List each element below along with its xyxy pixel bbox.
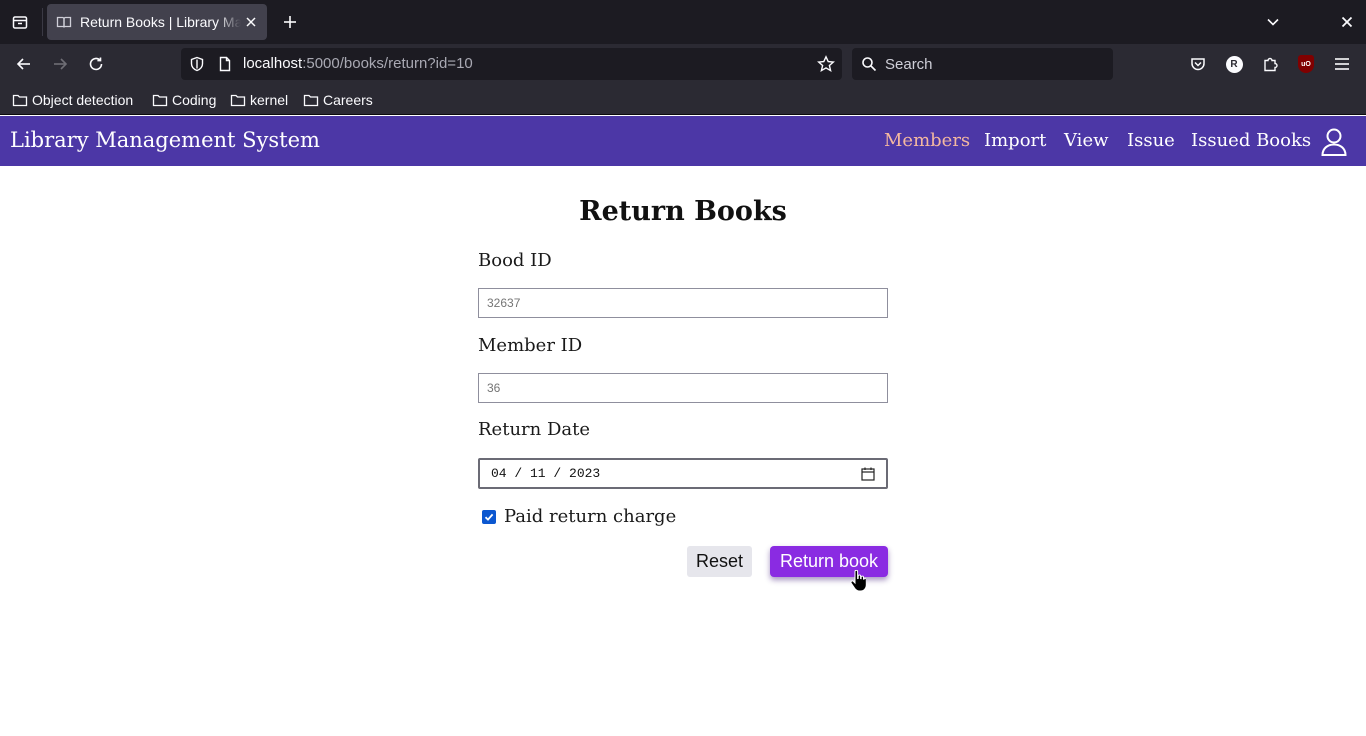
ublock-badge: uO <box>1298 55 1314 73</box>
hand-cursor-icon <box>850 570 866 592</box>
checkmark-icon <box>484 513 494 521</box>
nav-view[interactable]: View <box>1064 130 1109 151</box>
tracking-shield-icon[interactable] <box>189 56 205 72</box>
folder-icon <box>230 94 246 107</box>
list-all-tabs-chevron-icon[interactable] <box>1262 11 1284 33</box>
bookmark-label: Coding <box>172 92 217 108</box>
extensions-puzzle-icon[interactable] <box>1260 54 1280 74</box>
profile-initial: R <box>1225 55 1243 73</box>
reset-button[interactable]: Reset <box>687 546 752 577</box>
return-date-value: 04 / 11 / 2023 <box>491 466 601 481</box>
nav-import[interactable]: Import <box>984 130 1046 151</box>
book-id-label: Bood ID <box>478 250 552 271</box>
pocket-icon[interactable] <box>1188 54 1208 74</box>
nav-members[interactable]: Members <box>884 130 970 151</box>
browser-nav-bar: localhost:5000/books/return?id=10 Search… <box>0 44 1366 84</box>
window-close-icon[interactable] <box>1336 11 1358 33</box>
app-navbar: Library Management System Members Import… <box>0 116 1366 166</box>
app-brand[interactable]: Library Management System <box>10 128 320 152</box>
user-account-icon[interactable] <box>1321 128 1347 156</box>
return-book-button[interactable]: Return book <box>770 546 888 577</box>
paid-charge-label[interactable]: Paid return charge <box>504 506 676 527</box>
new-tab-plus-icon[interactable] <box>279 11 301 33</box>
member-id-input[interactable]: 36 <box>478 373 888 403</box>
bookmark-careers[interactable]: Careers <box>303 90 373 110</box>
hamburger-menu-icon[interactable] <box>1332 54 1352 74</box>
bookmark-label: kernel <box>250 92 289 108</box>
return-date-label: Return Date <box>478 419 590 440</box>
paid-charge-checkbox[interactable] <box>482 510 496 524</box>
folder-icon <box>303 94 319 107</box>
search-icon <box>862 57 877 72</box>
forward-arrow-icon[interactable] <box>48 52 72 76</box>
address-bar[interactable]: localhost:5000/books/return?id=10 <box>181 48 842 80</box>
bookmark-label: Object detection <box>32 92 134 108</box>
tab-close-icon[interactable] <box>241 12 261 32</box>
bookmark-object-detection[interactable]: Object detection <box>12 90 133 110</box>
bookmark-kernel[interactable]: kernel <box>230 90 288 110</box>
bookmarks-toolbar: Object detection Coding kernel Careers <box>0 84 1366 115</box>
search-placeholder: Search <box>885 55 933 73</box>
firefox-view-icon[interactable] <box>8 11 32 33</box>
tab-title: Return Books | Library Ma <box>80 14 241 30</box>
search-bar[interactable]: Search <box>852 48 1113 80</box>
page-favicon-icon <box>56 16 72 28</box>
reload-icon[interactable] <box>84 52 108 76</box>
back-arrow-icon[interactable] <box>12 52 36 76</box>
nav-issue[interactable]: Issue <box>1127 130 1175 151</box>
book-id-input[interactable]: 32637 <box>478 288 888 318</box>
nav-issued-books[interactable]: Issued Books <box>1191 130 1311 151</box>
folder-icon <box>12 94 28 107</box>
member-id-placeholder: 36 <box>487 381 501 395</box>
page-info-icon[interactable] <box>217 56 233 72</box>
return-date-input[interactable]: 04 / 11 / 2023 <box>478 458 888 489</box>
book-id-placeholder: 32637 <box>487 296 521 310</box>
url-host: localhost <box>243 55 303 72</box>
bookmark-label: Careers <box>323 92 373 108</box>
url-text: localhost:5000/books/return?id=10 <box>243 55 473 72</box>
bookmark-coding[interactable]: Coding <box>152 90 216 110</box>
folder-icon <box>152 94 168 107</box>
bookmark-star-icon[interactable] <box>817 55 835 73</box>
page-title: Return Books <box>579 196 787 227</box>
browser-tab-bar: Return Books | Library Ma <box>0 0 1366 44</box>
member-id-label: Member ID <box>478 335 583 356</box>
url-path: :5000/books/return?id=10 <box>302 55 473 72</box>
tab-return-books[interactable]: Return Books | Library Ma <box>47 4 267 40</box>
tab-separator <box>42 8 43 36</box>
calendar-icon[interactable] <box>861 467 875 481</box>
ublock-origin-icon[interactable]: uO <box>1296 54 1316 74</box>
profile-avatar[interactable]: R <box>1224 54 1244 74</box>
